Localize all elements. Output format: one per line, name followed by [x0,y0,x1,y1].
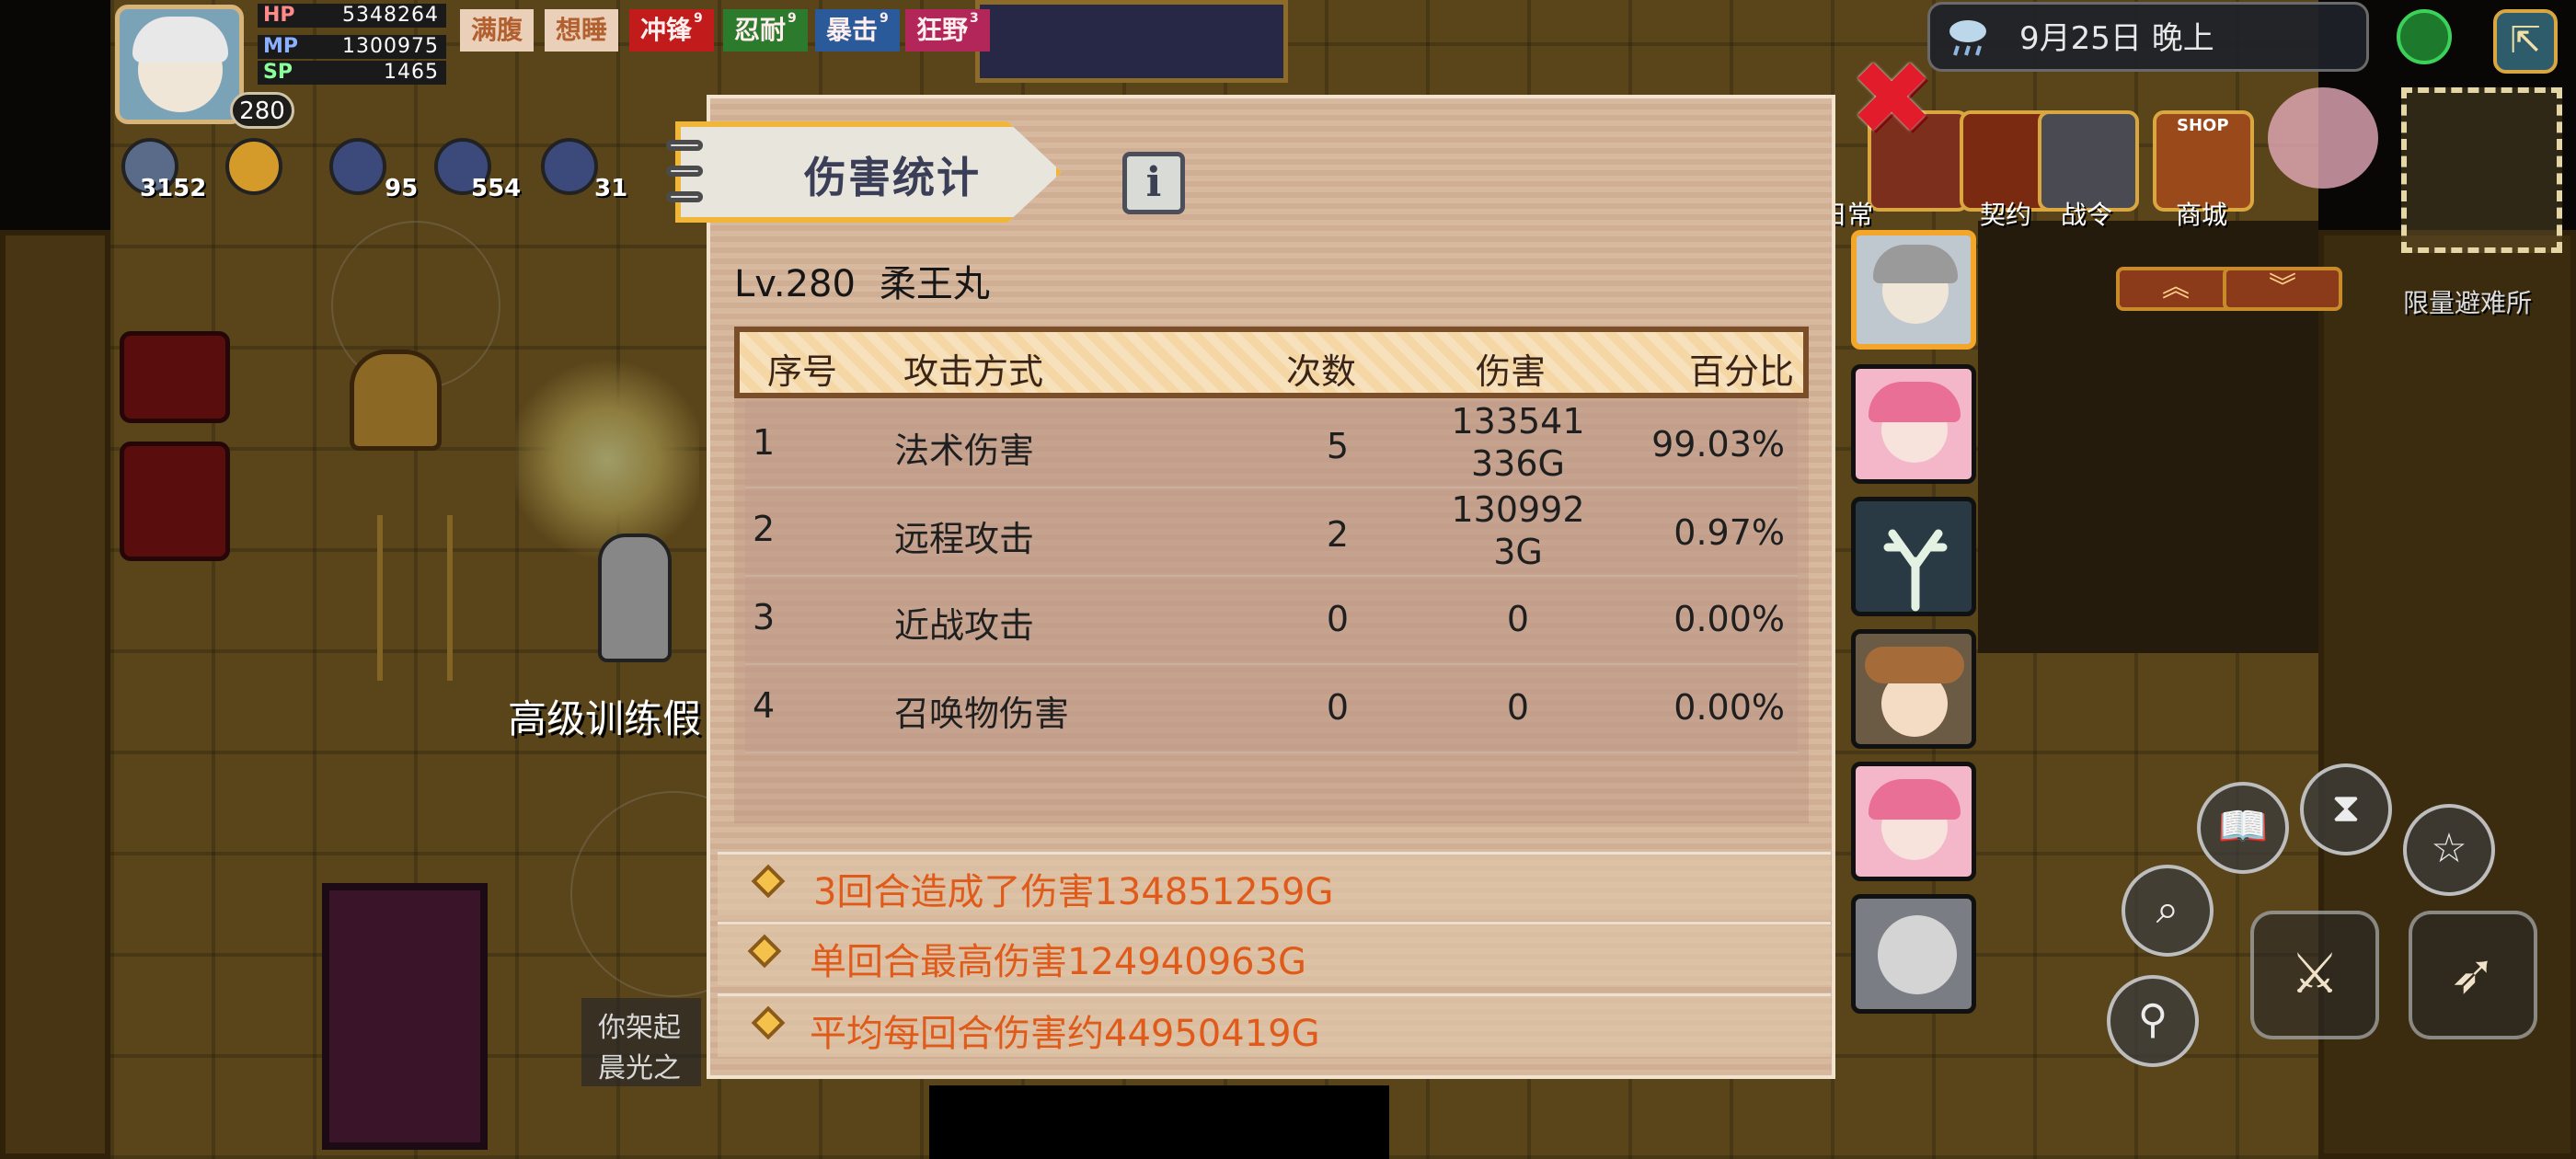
player-level-badge: 280 [230,92,294,129]
row-damage: 130992 3G [1451,489,1585,572]
character-slot-3[interactable] [1851,497,1976,616]
hourglass-icon[interactable]: ⧗ [2300,763,2392,855]
buff-crit[interactable]: 暴击 9 [815,9,900,52]
summary-total-text: 3回合造成了伤害134851259G [813,871,1334,913]
resource-count: 31 [594,175,628,202]
zoom-icon[interactable]: ⚲ [2107,975,2199,1067]
character-name: 柔王丸 [879,263,990,305]
battle-pass-label: 战令 [2061,200,2113,230]
panel-title-ribbon: 伤害统计 [666,121,1089,223]
row-attack-type: 近战攻击 [894,605,1035,646]
row-percent: 0.00% [1673,599,1785,639]
row-count: 0 [1326,599,1349,639]
buff-endure[interactable]: 忍耐 9 [723,9,808,52]
character-slot-1[interactable] [1851,230,1976,350]
scroll-down-button[interactable]: ︾ [2223,267,2342,311]
close-button[interactable]: ✖ [1849,48,1934,149]
player-avatar[interactable] [115,5,244,124]
globe-icon[interactable] [2397,9,2452,64]
panel-title: 伤害统计 [804,153,981,202]
column-header-count: 次数 [1286,351,1357,392]
row-count: 5 [1326,426,1349,466]
row-percent: 0.97% [1673,512,1785,553]
row-count: 2 [1326,514,1349,555]
row-damage: 0 [1506,687,1530,728]
row-count: 0 [1326,687,1349,728]
shop-label: 商城 [2176,200,2228,230]
contract-menu-label: 契约 [1980,200,2032,230]
book-icon[interactable]: 📖 [2197,782,2289,874]
binder-ring [666,191,703,202]
training-dummy-label: 高级训练假 [508,696,702,741]
summary-average-damage: 平均每回合伤害约44950419G [718,993,1831,1057]
bow-attack-button[interactable]: ➶ [2409,911,2537,1039]
buff-full[interactable]: 满腹 [460,9,535,52]
buff-sleepy[interactable]: 想睡 [545,9,619,52]
column-header-attack-type: 攻击方式 [903,351,1044,392]
diamond-bullet-icon [751,864,786,899]
combat-log-line: 晨光之 [598,1052,681,1084]
column-header-percent: 百分比 [1689,351,1795,392]
character-slot-5[interactable] [1851,762,1976,881]
table-header: 序号 攻击方式 次数 伤害 百分比 [734,327,1809,398]
date-time-label: 9月25日 晚上 [2019,20,2214,57]
summary-max-damage: 单回合最高伤害124940963G [718,922,1831,985]
info-button[interactable]: i [1122,152,1185,214]
column-header-damage: 伤害 [1476,351,1547,392]
table-row: 3 近战攻击 0 0 0.00% [745,577,1798,665]
sword-attack-button[interactable]: ⚔ [2250,911,2379,1039]
shop-tag: SHOP [2177,116,2229,135]
pet-avatar[interactable] [2268,87,2378,189]
row-damage: 0 [1506,599,1530,639]
summary-total-damage: 3回合造成了伤害134851259G [718,852,1831,915]
table-row: 4 召唤物伤害 0 0 0.00% [745,665,1798,753]
diamond-bullet-icon [751,1005,786,1040]
hp-bar: HP 5348264 [258,4,446,28]
row-attack-type: 法术伤害 [894,430,1035,471]
binder-ring [666,140,703,151]
gold-resource-icon [225,138,282,195]
resource-count: 95 [385,175,419,202]
hexagram-resource-icon [541,138,598,195]
table-row: 2 远程攻击 2 130992 3G 0.97% [745,488,1798,577]
resource-count: 554 [471,175,522,202]
crystal-resource-icon [329,138,386,195]
rain-cloud-icon [1949,20,1986,56]
buff-charge[interactable]: 冲锋 9 [629,9,714,52]
star-icon[interactable]: ☆ [2403,804,2495,896]
buff-wild[interactable]: 狂野 3 [905,9,990,52]
character-level: Lv.280 [734,263,856,305]
damage-table: 序号 攻击方式 次数 伤害 百分比 1 法术伤害 5 133541 336G 99… [734,327,1809,823]
search-icon[interactable]: ⌕ [2122,865,2214,957]
combat-log-line: 你架起 [598,1012,681,1044]
diamond-bullet-icon [747,934,782,969]
row-index: 1 [753,422,776,463]
row-index: 4 [753,685,776,726]
row-attack-type: 召唤物伤害 [894,694,1070,734]
column-header-index: 序号 [767,351,838,392]
location-label: 限量避难所 [2403,288,2533,318]
summary-average-text: 平均每回合伤害约44950419G [810,1013,1320,1055]
character-slot-6[interactable] [1851,894,1976,1014]
resource-count: 3152 [140,175,207,202]
summary-max-text: 单回合最高伤害124940963G [810,941,1307,983]
binder-ring [666,166,703,177]
exit-button[interactable]: ⇱ [2493,9,2558,74]
row-percent: 0.00% [1673,687,1785,728]
table-row: 1 法术伤害 5 133541 336G 99.03% [745,400,1798,488]
character-slot-4[interactable] [1851,629,1976,749]
character-slot-2[interactable] [1851,364,1976,484]
sp-bar: SP 1465 [258,61,446,85]
character-info: Lv.280 柔王丸 [734,254,1014,307]
row-index: 3 [753,597,776,637]
row-damage: 133541 336G [1451,401,1585,484]
antler-icon [1883,529,1948,612]
minimap[interactable] [2401,87,2562,253]
mp-bar: MP 1300975 [258,35,446,59]
row-percent: 99.03% [1651,424,1785,465]
row-attack-type: 远程攻击 [894,519,1035,559]
scroll-up-button[interactable]: ︽ [2116,267,2236,311]
row-index: 2 [753,509,776,549]
